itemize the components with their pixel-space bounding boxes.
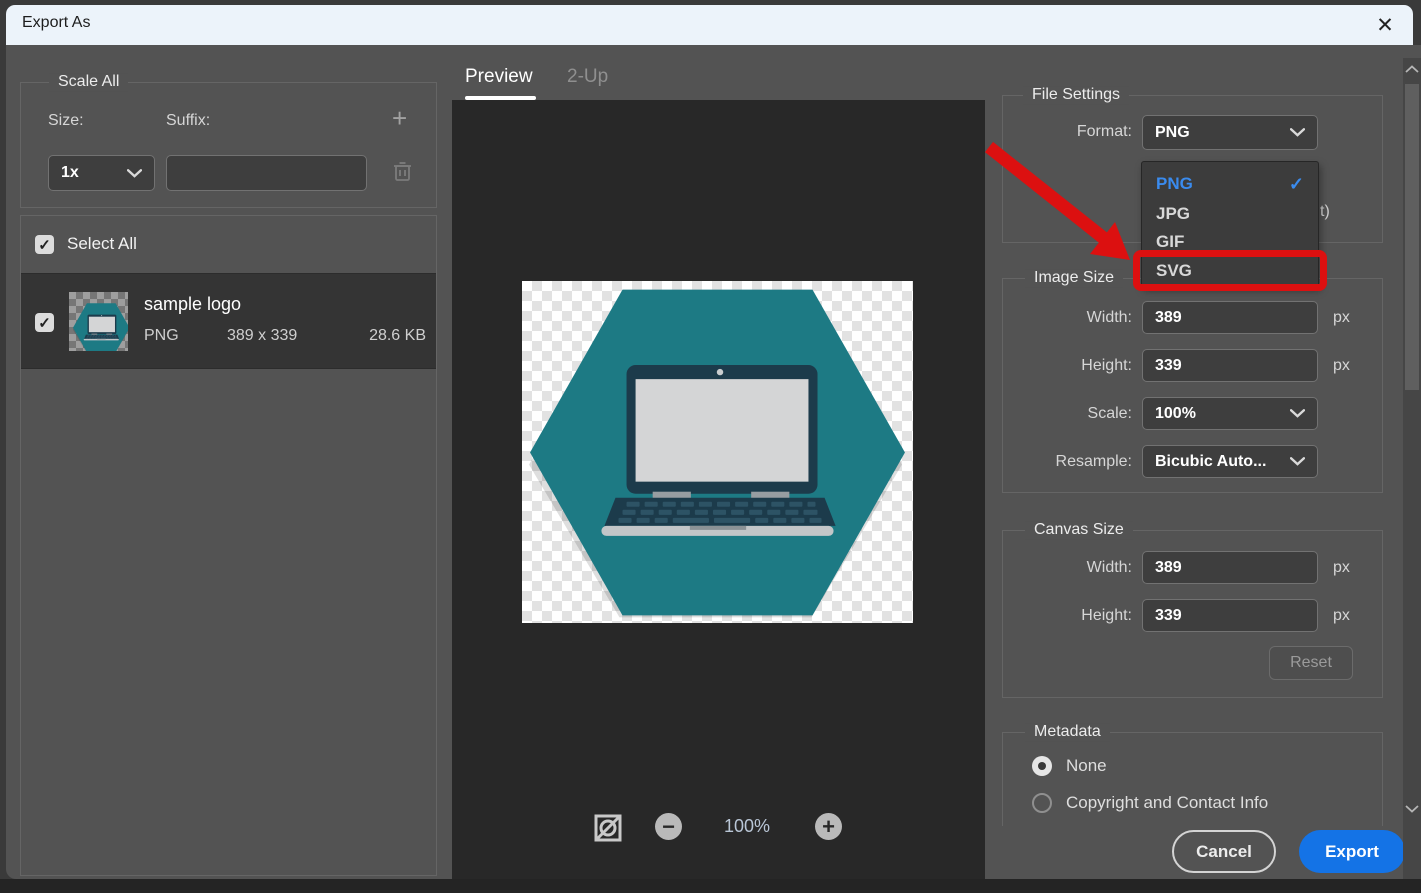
menu-item-label: JPG: [1156, 204, 1190, 224]
select-all-checkbox[interactable]: ✓: [35, 235, 54, 254]
add-scale-icon[interactable]: +: [392, 103, 407, 134]
dialog-titlebar: Export As ✕: [6, 5, 1413, 45]
image-height-input[interactable]: [1142, 349, 1318, 382]
scale-all-legend: Scale All: [49, 73, 128, 91]
scrollbar-track[interactable]: [1403, 58, 1421, 879]
plus-icon: +: [822, 816, 835, 838]
item-filesize: 28.6 KB: [369, 327, 426, 345]
cancel-button[interactable]: Cancel: [1172, 830, 1276, 873]
reset-button[interactable]: Reset: [1269, 646, 1353, 680]
radio-copyright[interactable]: [1032, 793, 1052, 813]
file-settings-legend: File Settings: [1023, 86, 1129, 104]
image-size-legend: Image Size: [1025, 269, 1123, 287]
item-format: PNG: [144, 327, 179, 345]
checkmark-icon: ✓: [38, 314, 51, 332]
resample-select-value: Bicubic Auto...: [1155, 453, 1266, 471]
chevron-down-icon: [1290, 409, 1305, 418]
zoom-level-value[interactable]: 100%: [724, 816, 770, 837]
canvas-height-input[interactable]: [1142, 599, 1318, 632]
zoom-in-button[interactable]: +: [815, 813, 842, 840]
image-width-unit: px: [1333, 309, 1350, 327]
canvas-width-input[interactable]: [1142, 551, 1318, 584]
format-select[interactable]: PNG: [1142, 115, 1318, 150]
canvas-height-label: Height:: [1012, 607, 1132, 625]
select-all-label: Select All: [67, 234, 137, 254]
canvas-height-unit: px: [1333, 607, 1350, 625]
menu-item-jpg[interactable]: JPG: [1142, 199, 1318, 229]
resample-select[interactable]: Bicubic Auto...: [1142, 445, 1318, 478]
close-icon[interactable]: ✕: [1371, 11, 1399, 39]
minus-icon: −: [662, 816, 675, 838]
hexagon-laptop-logo: [522, 281, 913, 623]
resample-label: Resample:: [1012, 453, 1132, 471]
radio-none[interactable]: [1032, 756, 1052, 776]
export-as-dialog-screen: Export As ✕ Scale All Size: Suffix: 1x +: [0, 0, 1421, 893]
size-select-value: 1x: [61, 164, 79, 182]
metadata-legend: Metadata: [1025, 723, 1110, 741]
image-width-label: Width:: [1012, 309, 1132, 327]
size-select[interactable]: 1x: [48, 155, 155, 191]
canvas-width-unit: px: [1333, 559, 1350, 577]
menu-item-svg[interactable]: SVG: [1142, 256, 1318, 286]
radio-none-label: None: [1066, 756, 1107, 776]
size-label: Size:: [48, 112, 84, 130]
export-file-list: ✓ Select All ✓ sample logo PNG 389 x 339…: [20, 215, 437, 876]
tab-preview[interactable]: Preview: [465, 66, 533, 88]
chevron-down-icon: [1290, 128, 1305, 137]
menu-item-label: PNG: [1156, 174, 1193, 194]
checkmark-icon: ✓: [38, 236, 51, 254]
trash-icon[interactable]: [393, 161, 412, 182]
export-button[interactable]: Export: [1299, 830, 1405, 873]
chevron-down-icon: [1290, 457, 1305, 466]
scale-select-value: 100%: [1155, 405, 1196, 423]
tab-2up[interactable]: 2-Up: [567, 66, 608, 88]
scrollbar-thumb[interactable]: [1405, 84, 1419, 390]
scale-select[interactable]: 100%: [1142, 397, 1318, 430]
item-checkbox[interactable]: ✓: [35, 313, 54, 332]
item-name: sample logo: [144, 294, 241, 315]
menu-item-label: GIF: [1156, 232, 1184, 252]
image-width-input[interactable]: [1142, 301, 1318, 334]
menu-item-gif[interactable]: GIF: [1142, 227, 1318, 257]
image-height-unit: px: [1333, 357, 1350, 375]
canvas-size-legend: Canvas Size: [1025, 521, 1133, 539]
suffix-label: Suffix:: [166, 112, 210, 130]
dialog-title: Export As: [22, 14, 90, 32]
item-dimensions: 389 x 339: [227, 327, 297, 345]
preview-image: [522, 281, 913, 623]
zoom-out-button[interactable]: −: [655, 813, 682, 840]
file-list-item[interactable]: ✓ sample logo PNG 389 x 339 28.6 KB: [21, 273, 436, 369]
background-strip: [0, 879, 1421, 893]
chevron-down-icon: [127, 169, 142, 178]
radio-copyright-label: Copyright and Contact Info: [1066, 793, 1268, 813]
scale-label: Scale:: [1012, 405, 1132, 423]
menu-item-png[interactable]: PNG ✓: [1142, 169, 1318, 199]
check-icon: ✓: [1289, 174, 1304, 195]
hexagon-laptop-logo: [69, 292, 128, 351]
format-select-value: PNG: [1155, 124, 1190, 142]
transparency-toggle-icon[interactable]: [594, 814, 622, 842]
image-height-label: Height:: [1012, 357, 1132, 375]
scrollbar-up-icon[interactable]: [1405, 64, 1419, 74]
canvas-width-label: Width:: [1012, 559, 1132, 577]
format-label: Format:: [1012, 123, 1132, 141]
format-dropdown-menu: PNG ✓ JPG GIF SVG: [1141, 161, 1319, 287]
obscured-text-fragment: t): [1320, 203, 1330, 221]
suffix-input[interactable]: [166, 155, 367, 191]
item-thumbnail: [69, 292, 128, 351]
scrollbar-down-icon[interactable]: [1405, 804, 1419, 814]
preview-pane: − 100% +: [452, 100, 985, 893]
menu-item-label: SVG: [1156, 261, 1192, 281]
